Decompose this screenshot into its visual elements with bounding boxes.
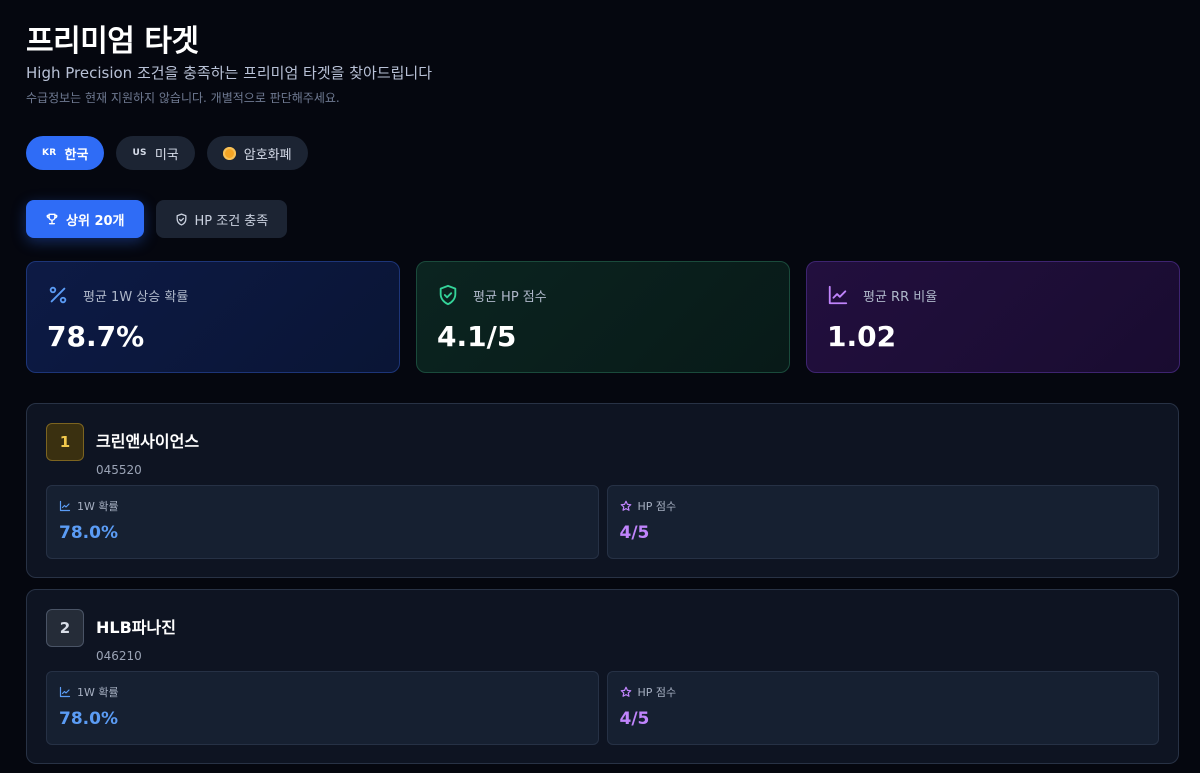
page-title: 프리미엄 타겟 — [26, 24, 199, 59]
metric-hp-score: HP 점수 4/5 — [606, 671, 1159, 745]
stat-label: 평균 HP 점수 — [473, 289, 547, 305]
metric-label: 1W 확률 — [77, 500, 119, 513]
stat-value: 78.7% — [47, 320, 145, 353]
star-icon — [620, 500, 632, 512]
stat-avg-1w-probability: 평균 1W 상승 확률 78.7% — [26, 261, 400, 373]
tab-top-20[interactable]: 상위 20개 — [26, 200, 144, 238]
rank-badge: 1 — [46, 423, 84, 461]
shield-icon — [175, 212, 188, 226]
trend-chart-icon — [827, 284, 849, 306]
trophy-icon — [45, 212, 59, 226]
tab-top-20-label: 상위 20개 — [66, 213, 125, 229]
stock-code: 046210 — [96, 649, 142, 663]
metric-label: HP 점수 — [637, 500, 677, 513]
market-kr-button[interactable]: KR 한국 — [26, 136, 105, 170]
star-icon — [620, 686, 632, 698]
stat-value: 1.02 — [827, 320, 897, 353]
page-subtitle: High Precision 조건을 충족하는 프리미엄 타겟을 찾아드립니다 — [26, 64, 433, 82]
target-card[interactable]: 1 크린앤사이언스 045520 1W 확률 78.0% HP 점수 4/5 — [26, 403, 1179, 578]
metric-label: HP 점수 — [637, 686, 677, 699]
market-us-button[interactable]: US 미국 — [116, 136, 195, 170]
metric-hp-score: HP 점수 4/5 — [606, 485, 1159, 559]
tab-hp-condition-label: HP 조건 충족 — [194, 213, 269, 229]
stock-name: 크린앤사이언스 — [96, 432, 200, 451]
metric-value: 78.0% — [59, 709, 118, 729]
market-kr-label: 한국 — [64, 147, 89, 163]
summary-stats: 평균 1W 상승 확률 78.7% 평균 HP 점수 4.1/5 평균 RR 비… — [26, 261, 1180, 373]
rank-badge: 2 — [46, 609, 84, 647]
stat-label: 평균 1W 상승 확률 — [83, 289, 189, 305]
stat-value: 4.1/5 — [437, 320, 517, 353]
metric-1w-probability: 1W 확률 78.0% — [46, 485, 599, 559]
percent-icon — [47, 284, 69, 306]
us-flag-icon: US — [132, 148, 147, 158]
premium-target-page: 프리미엄 타겟 High Precision 조건을 충족하는 프리미엄 타겟을… — [0, 0, 1200, 773]
metric-1w-probability: 1W 확률 78.0% — [46, 671, 599, 745]
market-crypto-button[interactable]: 암호화폐 — [206, 136, 308, 170]
target-card[interactable]: 2 HLB파나진 046210 1W 확률 78.0% HP 점수 4/5 — [26, 589, 1179, 764]
stat-avg-hp-score: 평균 HP 점수 4.1/5 — [416, 261, 790, 373]
page-note: 수급정보는 현재 지원하지 않습니다. 개별적으로 판단해주세요. — [26, 91, 340, 105]
trend-chart-icon — [59, 500, 71, 512]
stat-label: 평균 RR 비율 — [863, 289, 938, 305]
stat-avg-rr-ratio: 평균 RR 비율 1.02 — [806, 261, 1180, 373]
tab-hp-condition[interactable]: HP 조건 충족 — [155, 200, 288, 238]
kr-flag-icon: KR — [42, 148, 57, 158]
market-crypto-label: 암호화폐 — [243, 147, 292, 163]
shield-check-icon — [437, 284, 459, 306]
stock-name: HLB파나진 — [96, 618, 176, 637]
market-us-label: 미국 — [154, 147, 179, 163]
view-tabs: 상위 20개 HP 조건 충족 — [26, 200, 288, 238]
metric-value: 78.0% — [59, 523, 118, 543]
metric-value: 4/5 — [619, 709, 650, 729]
metric-label: 1W 확률 — [77, 686, 119, 699]
trend-chart-icon — [59, 686, 71, 698]
market-selector: KR 한국 US 미국 암호화폐 — [26, 136, 308, 170]
coin-icon — [222, 146, 236, 160]
metric-value: 4/5 — [619, 523, 650, 543]
stock-code: 045520 — [96, 463, 142, 477]
